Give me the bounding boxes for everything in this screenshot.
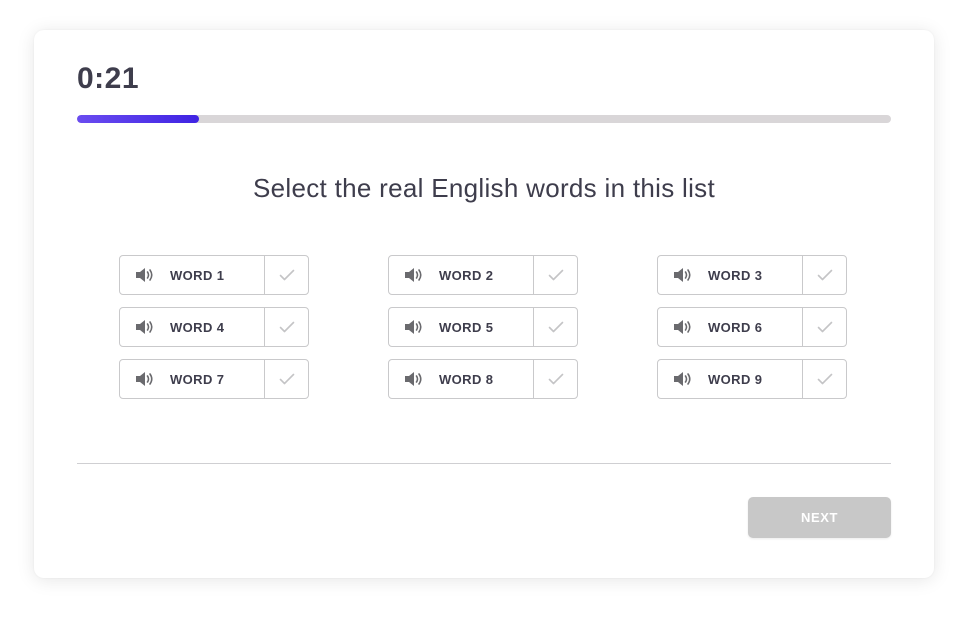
word-checkbox[interactable] bbox=[802, 256, 846, 294]
word-option-3[interactable]: WORD 3 bbox=[657, 255, 847, 295]
checkmark-icon bbox=[817, 321, 832, 333]
word-checkbox[interactable] bbox=[533, 256, 577, 294]
word-label: WORD 3 bbox=[708, 267, 763, 283]
word-label: WORD 1 bbox=[170, 267, 225, 283]
checkmark-icon bbox=[817, 373, 832, 385]
word-label: WORD 2 bbox=[439, 267, 494, 283]
word-option-5[interactable]: WORD 5 bbox=[388, 307, 578, 347]
checkmark-icon bbox=[548, 321, 563, 333]
word-option-4[interactable]: WORD 4 bbox=[119, 307, 309, 347]
countdown-timer: 0:21 bbox=[77, 62, 140, 95]
word-checkbox[interactable] bbox=[533, 308, 577, 346]
question-prompt: Select the real English words in this li… bbox=[252, 173, 716, 203]
word-label: WORD 7 bbox=[170, 371, 225, 387]
speaker-icon[interactable] bbox=[135, 267, 155, 283]
speaker-icon[interactable] bbox=[673, 267, 693, 283]
word-checkbox[interactable] bbox=[802, 308, 846, 346]
word-checkbox[interactable] bbox=[264, 360, 308, 398]
speaker-icon[interactable] bbox=[404, 267, 424, 283]
word-label: WORD 5 bbox=[439, 319, 494, 335]
word-label: WORD 9 bbox=[708, 371, 763, 387]
word-label: WORD 4 bbox=[170, 319, 225, 335]
word-option-2[interactable]: WORD 2 bbox=[388, 255, 578, 295]
word-label: WORD 6 bbox=[708, 319, 763, 335]
checkmark-icon bbox=[279, 269, 294, 281]
word-options-grid: WORD 1 WORD 2 WORD 3 WORD 4 WORD 5 WORD … bbox=[119, 255, 849, 399]
speaker-icon[interactable] bbox=[404, 371, 424, 387]
word-checkbox[interactable] bbox=[264, 256, 308, 294]
word-option-7[interactable]: WORD 7 bbox=[119, 359, 309, 399]
checkmark-icon bbox=[817, 269, 832, 281]
word-option-8[interactable]: WORD 8 bbox=[388, 359, 578, 399]
speaker-icon[interactable] bbox=[673, 371, 693, 387]
word-option-9[interactable]: WORD 9 bbox=[657, 359, 847, 399]
checkmark-icon bbox=[279, 321, 294, 333]
checkmark-icon bbox=[548, 373, 563, 385]
word-label: WORD 8 bbox=[439, 371, 494, 387]
progress-bar bbox=[77, 115, 891, 123]
speaker-icon[interactable] bbox=[404, 319, 424, 335]
word-option-1[interactable]: WORD 1 bbox=[119, 255, 309, 295]
speaker-icon[interactable] bbox=[673, 319, 693, 335]
speaker-icon[interactable] bbox=[135, 371, 155, 387]
divider bbox=[77, 463, 891, 464]
word-checkbox[interactable] bbox=[802, 360, 846, 398]
checkmark-icon bbox=[548, 269, 563, 281]
next-button[interactable]: NEXT bbox=[748, 497, 891, 538]
progress-fill bbox=[77, 115, 200, 123]
quiz-card: 0:21 Select the real English words in th… bbox=[34, 30, 934, 578]
word-option-6[interactable]: WORD 6 bbox=[657, 307, 847, 347]
checkmark-icon bbox=[279, 373, 294, 385]
speaker-icon[interactable] bbox=[135, 319, 155, 335]
word-checkbox[interactable] bbox=[264, 308, 308, 346]
word-checkbox[interactable] bbox=[533, 360, 577, 398]
